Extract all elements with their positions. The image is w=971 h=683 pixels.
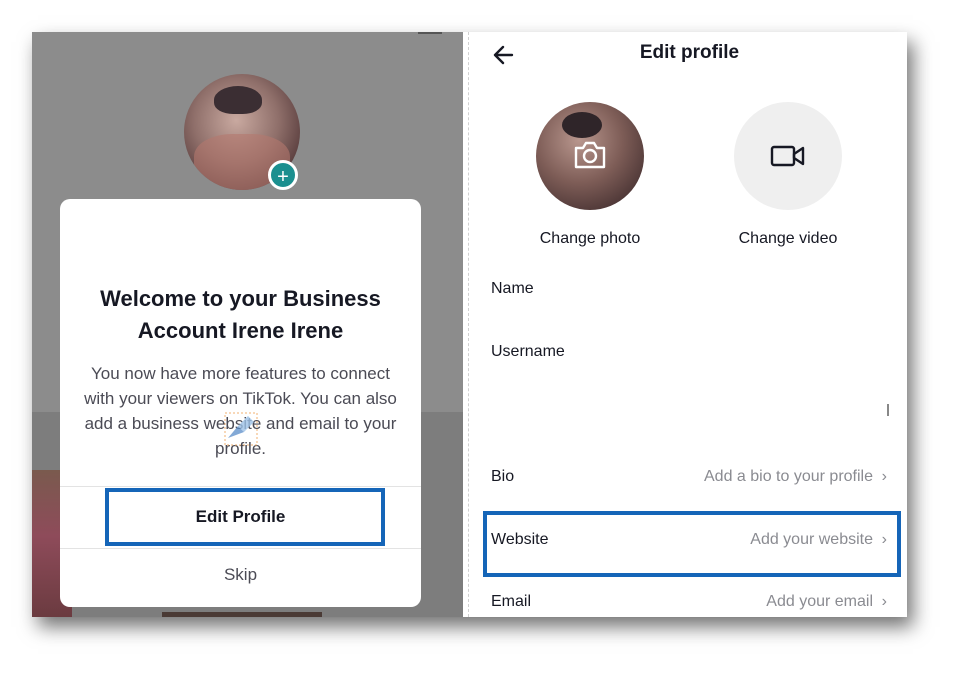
video-camera-icon[interactable]	[769, 142, 807, 170]
email-field-label[interactable]: Email	[491, 593, 531, 611]
cursor-icon	[224, 412, 258, 446]
dialog-body: You now have more features to connect wi…	[84, 364, 397, 458]
menu-icon	[418, 32, 442, 34]
edit-profile-highlight	[105, 488, 385, 546]
name-field-label[interactable]: Name	[491, 280, 534, 298]
website-highlight	[483, 511, 901, 577]
panel-divider	[468, 32, 469, 617]
username-field-label[interactable]: Username	[491, 343, 565, 361]
camera-icon[interactable]	[572, 139, 608, 171]
skip-button[interactable]: Skip	[60, 549, 421, 601]
chevron-right-icon: ›	[881, 468, 887, 485]
video-thumbnail	[162, 612, 322, 617]
email-field-value[interactable]: Add your email	[766, 593, 873, 611]
change-photo-label[interactable]: Change photo	[510, 230, 670, 248]
bio-field-label[interactable]: Bio	[491, 468, 514, 486]
add-photo-plus-icon[interactable]: +	[268, 160, 298, 190]
page-title: Edit profile	[639, 42, 740, 63]
bio-field-value[interactable]: Add a bio to your profile	[704, 468, 873, 486]
scroll-indicator	[887, 404, 889, 416]
chevron-right-icon: ›	[881, 593, 887, 610]
dialog-title: Welcome to your Business Account Irene I…	[100, 286, 381, 343]
change-video-label[interactable]: Change video	[708, 230, 868, 248]
